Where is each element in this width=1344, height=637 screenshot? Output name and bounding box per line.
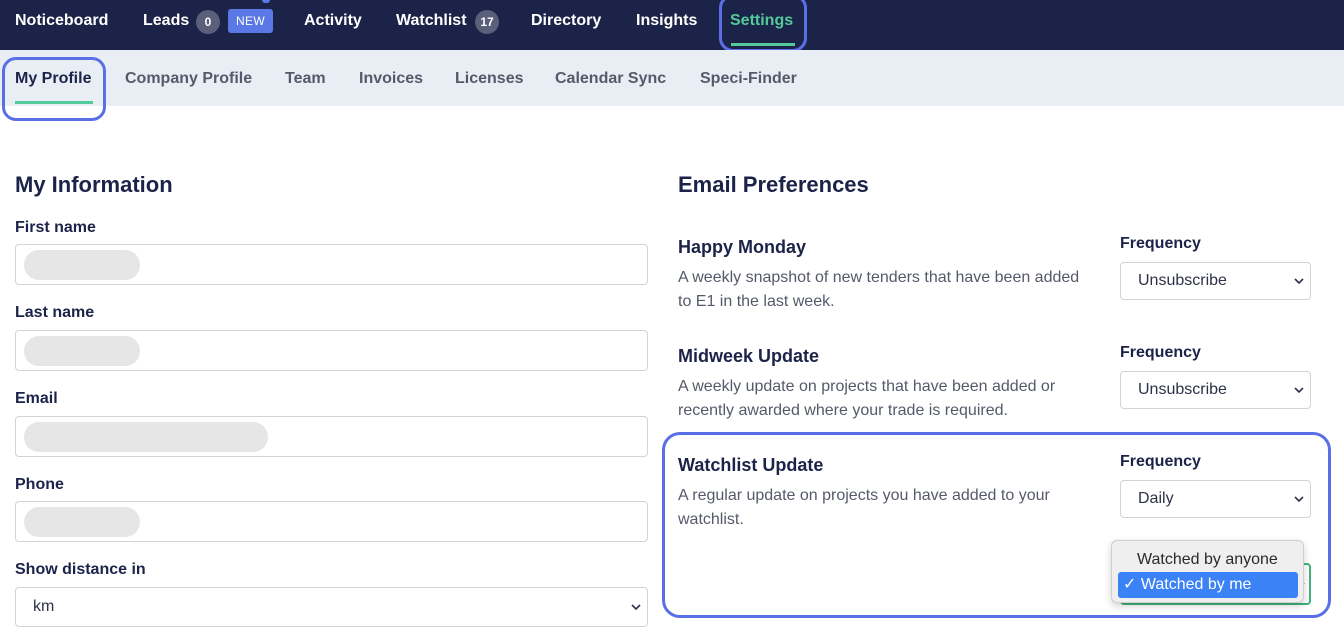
tab-company-profile[interactable]: Company Profile <box>125 69 252 89</box>
description-line: A regular update on projects you have ad… <box>678 487 1050 504</box>
tab-invoices[interactable]: Invoices <box>359 69 423 89</box>
watchlist-count-badge: 17 <box>475 10 499 34</box>
leads-count-badge: 0 <box>196 10 220 34</box>
chevron-down-icon <box>1294 372 1304 396</box>
my-information-title: My Information <box>15 172 173 197</box>
last-name-field[interactable] <box>15 330 648 371</box>
option-watched-by-me[interactable]: ✓ Watched by me <box>1118 572 1298 598</box>
frequency-value: Daily <box>1138 490 1174 507</box>
distance-label: Show distance in <box>15 561 146 578</box>
first-name-field[interactable] <box>15 244 648 285</box>
frequency-value: Unsubscribe <box>1138 272 1227 289</box>
nav-insights[interactable]: Insights <box>636 11 697 31</box>
redacted-value <box>24 422 268 452</box>
midweek-update-frequency-label: Frequency <box>1120 344 1201 361</box>
distance-unit-select[interactable]: km <box>15 587 648 627</box>
nav-directory[interactable]: Directory <box>531 11 601 31</box>
watchlist-update-frequency-select[interactable]: Daily <box>1120 480 1311 518</box>
description-line: recently awarded where your trade is req… <box>678 402 1008 419</box>
happy-monday-description: A weekly snapshot of new tenders that ha… <box>678 266 1098 314</box>
happy-monday-frequency-select[interactable]: Unsubscribe <box>1120 262 1311 300</box>
redacted-value <box>24 336 140 366</box>
chevron-down-icon <box>1294 481 1304 505</box>
redacted-value <box>24 507 140 537</box>
frequency-value: Unsubscribe <box>1138 381 1227 398</box>
watchlist-update-description: A regular update on projects you have ad… <box>678 484 1098 532</box>
email-label: Email <box>15 390 58 407</box>
tab-team[interactable]: Team <box>285 69 326 89</box>
chevron-down-icon <box>1294 263 1304 287</box>
happy-monday-frequency-label: Frequency <box>1120 235 1201 252</box>
happy-monday-title: Happy Monday <box>678 237 807 257</box>
first-name-label: First name <box>15 219 96 236</box>
watchlist-update-frequency-label: Frequency <box>1120 453 1201 470</box>
midweek-update-frequency-select[interactable]: Unsubscribe <box>1120 371 1311 409</box>
description-line: watchlist. <box>678 511 744 528</box>
chevron-down-icon <box>631 588 641 613</box>
option-label: Watched by me <box>1140 576 1252 593</box>
phone-label: Phone <box>15 476 64 493</box>
top-navigation: Noticeboard Leads 0 NEW Activity Watchli… <box>0 0 1344 50</box>
distance-unit-value: km <box>33 598 55 615</box>
settings-subnav: My Profile Company Profile Team Invoices… <box>0 50 1344 106</box>
option-watched-by-anyone[interactable]: Watched by anyone <box>1118 547 1298 573</box>
watchlist-update-title: Watchlist Update <box>678 455 824 475</box>
nav-watchlist[interactable]: Watchlist <box>396 11 467 31</box>
tab-speci-finder[interactable]: Speci-Finder <box>700 69 797 89</box>
phone-field[interactable] <box>15 501 648 542</box>
settings-highlight-ring <box>719 0 807 52</box>
notification-dot <box>262 0 270 3</box>
check-icon: ✓ <box>1123 576 1137 593</box>
description-line: A weekly update on projects that have be… <box>678 378 1056 395</box>
tab-calendar-sync[interactable]: Calendar Sync <box>555 69 666 89</box>
my-profile-highlight-ring <box>2 57 106 121</box>
last-name-label: Last name <box>15 304 95 321</box>
nav-noticeboard[interactable]: Noticeboard <box>15 11 108 31</box>
email-preferences-title: Email Preferences <box>678 172 869 197</box>
midweek-update-description: A weekly update on projects that have be… <box>678 375 1098 423</box>
tab-licenses[interactable]: Licenses <box>455 69 523 89</box>
redacted-value <box>24 250 140 280</box>
email-field[interactable] <box>15 416 648 457</box>
projects-dropdown-menu: Watched by anyone ✓ Watched by me <box>1111 540 1304 603</box>
nav-activity[interactable]: Activity <box>304 11 362 31</box>
new-badge: NEW <box>228 9 273 33</box>
description-line: to E1 in the last week. <box>678 293 835 310</box>
nav-leads[interactable]: Leads <box>143 11 189 31</box>
description-line: A weekly snapshot of new tenders that ha… <box>678 269 1080 286</box>
midweek-update-title: Midweek Update <box>678 346 820 366</box>
